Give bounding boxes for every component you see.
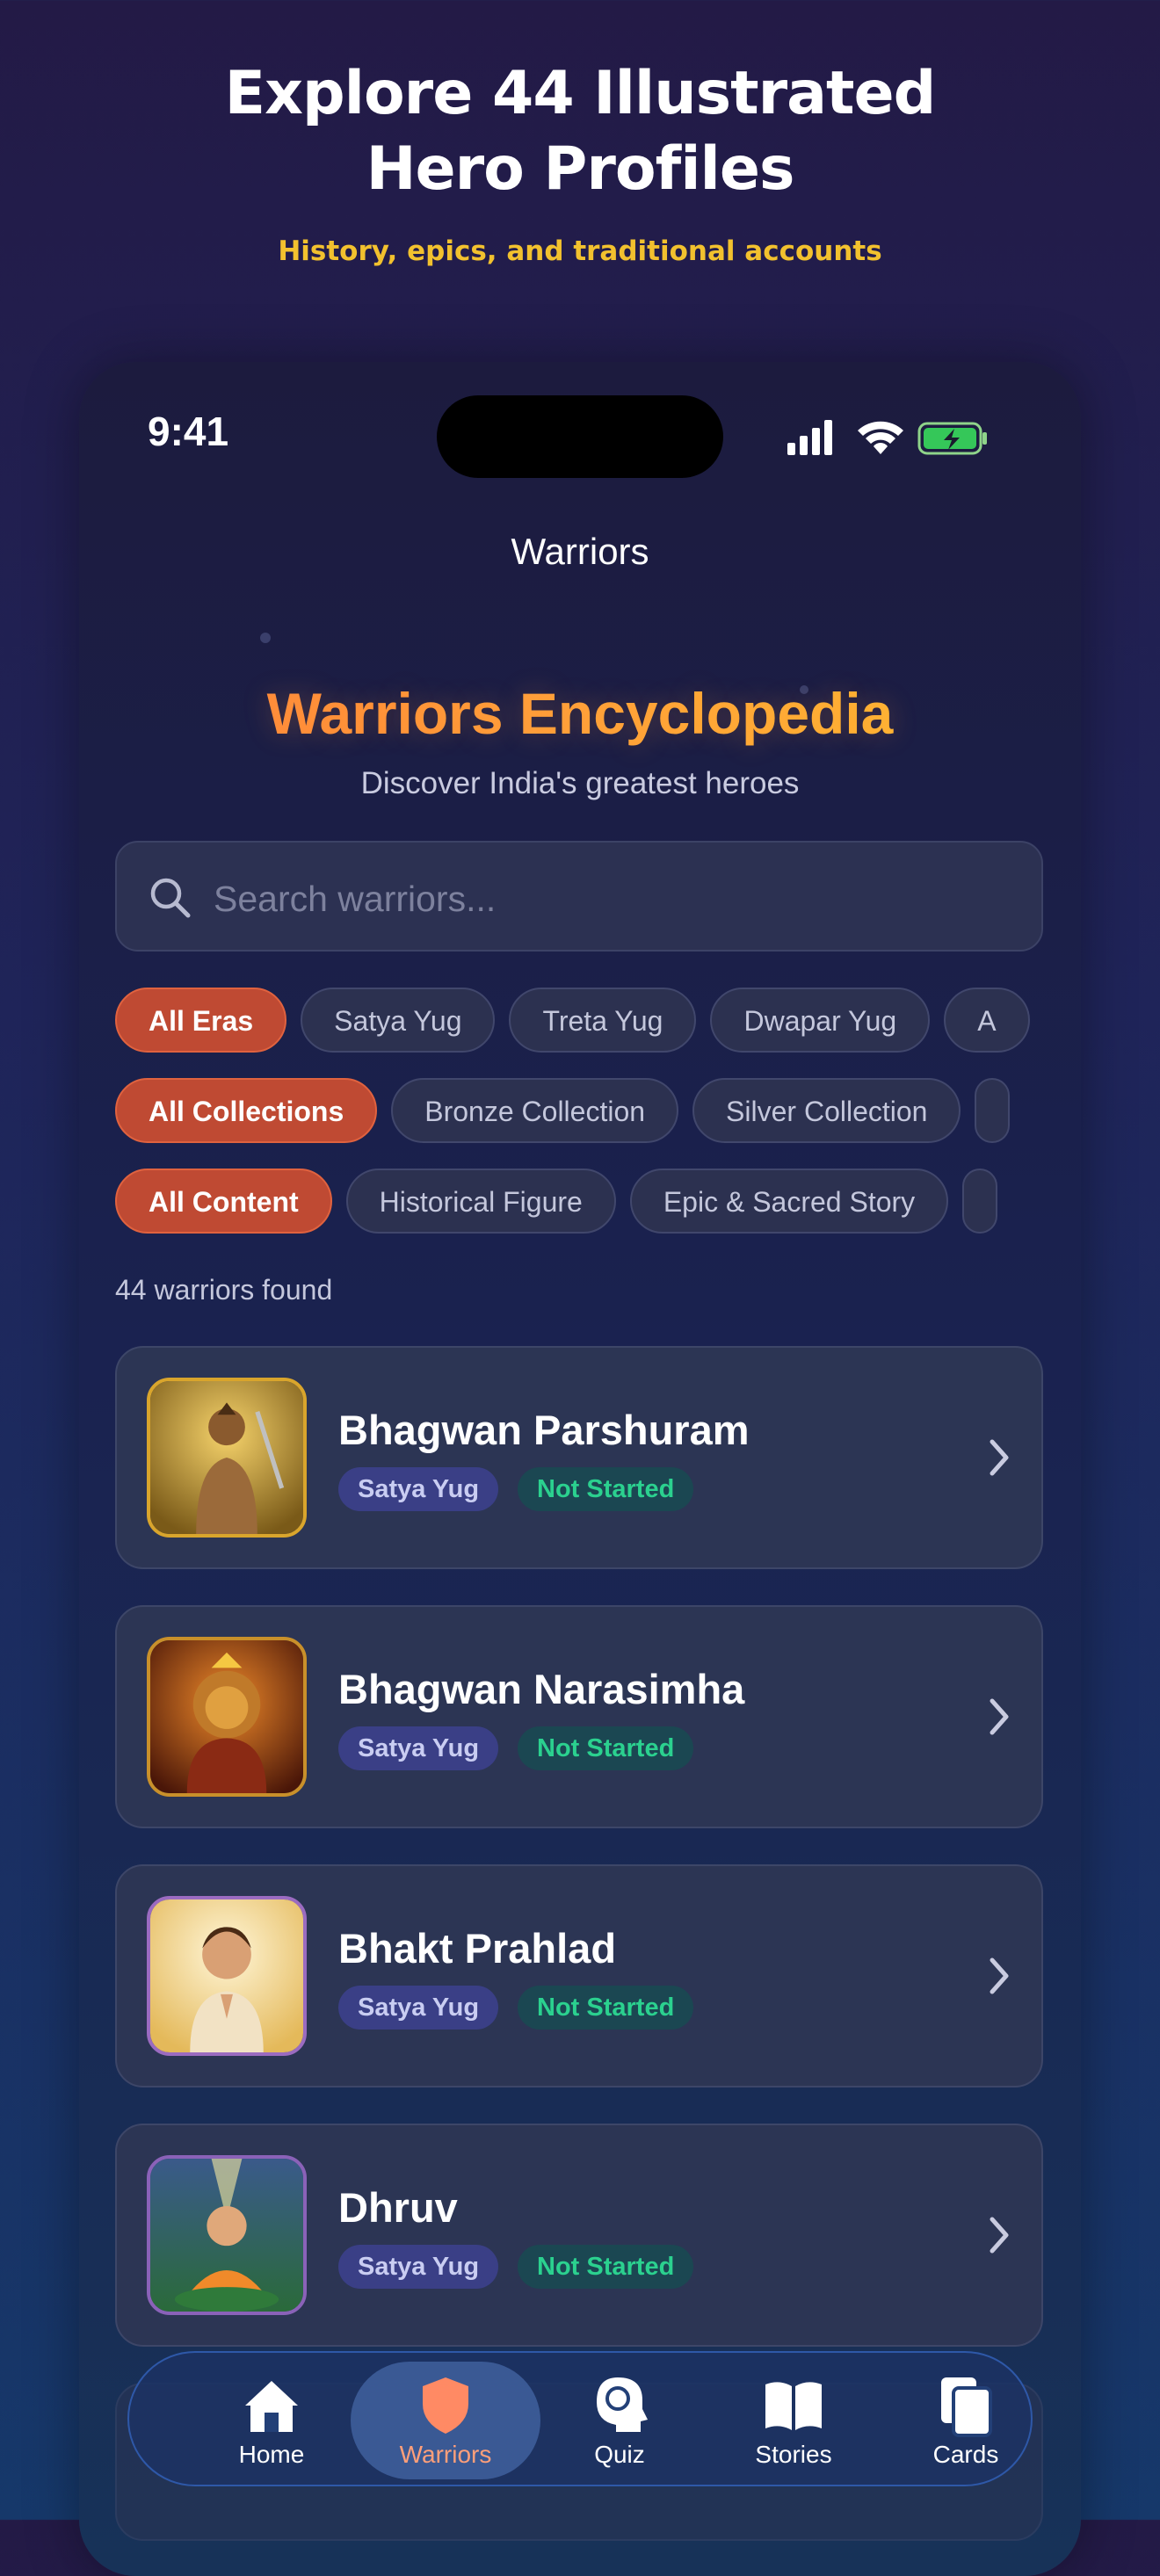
status-badge: Not Started	[518, 1986, 694, 2030]
page-title: Warriors Encyclopedia	[0, 680, 1160, 747]
chip-collection-partial[interactable]	[975, 1078, 1011, 1143]
era-badge: Satya Yug	[338, 2245, 499, 2289]
tab-warriors-label: Warriors	[399, 2441, 492, 2468]
cards-icon	[941, 2377, 992, 2437]
chip-all-content[interactable]: All Content	[115, 1169, 332, 1234]
era-badge: Satya Yug	[338, 1986, 499, 2030]
tab-quiz[interactable]: Quiz	[532, 2353, 707, 2485]
content-filter-row: All Content Historical Figure Epic & Sacre…	[115, 1169, 1045, 1239]
chip-era-partial[interactable]: A	[944, 988, 1030, 1053]
era-badge: Satya Yug	[338, 1467, 499, 1511]
tab-home-label: Home	[238, 2441, 305, 2468]
warrior-avatar	[147, 1637, 307, 1797]
chip-bronze-collection[interactable]: Bronze Collection	[391, 1078, 679, 1143]
collection-filter-row: All Collections Bronze Collection Silver C…	[115, 1078, 1045, 1148]
shield-icon	[423, 2377, 468, 2434]
chip-historical-figure[interactable]: Historical Figure	[345, 1169, 616, 1234]
status-badge: Not Started	[518, 2245, 694, 2289]
tab-home[interactable]: Home	[184, 2353, 359, 2485]
warrior-name: Bhagwan Narasimha	[338, 1666, 745, 1712]
chip-all-eras[interactable]: All Eras	[115, 988, 287, 1053]
warrior-avatar	[147, 1896, 307, 2056]
status-time: 9:41	[148, 409, 229, 454]
promo-subtitle: History, epics, and traditional accounts	[278, 235, 882, 267]
chip-satya-yug[interactable]: Satya Yug	[301, 988, 496, 1053]
status-badge: Not Started	[518, 1467, 694, 1511]
search-icon	[150, 878, 191, 918]
warrior-card[interactable]: Bhagwan Narasimha Satya Yug Not Started	[115, 1605, 1043, 1828]
warrior-name: Bhakt Prahlad	[338, 1925, 617, 1972]
chip-content-partial[interactable]	[962, 1169, 998, 1234]
warrior-card[interactable]: Bhagwan Parshuram Satya Yug Not Started	[115, 1346, 1043, 1569]
battery-icon	[917, 422, 987, 455]
search-bar[interactable]	[115, 841, 1043, 952]
warrior-avatar	[147, 1378, 307, 1538]
chevron-right-icon	[990, 1698, 1009, 1735]
era-filter-row: All Eras Satya Yug Treta Yug Dwapar Yug A	[115, 988, 1045, 1058]
chevron-right-icon	[990, 1957, 1009, 1994]
warrior-card[interactable]: Dhruv Satya Yug Not Started	[115, 2124, 1043, 2347]
tab-cards-label: Cards	[932, 2441, 999, 2468]
chevron-right-icon	[990, 1439, 1009, 1476]
warrior-name: Bhagwan Parshuram	[338, 1407, 750, 1453]
tab-cards[interactable]: Cards	[878, 2353, 1054, 2485]
chevron-right-icon	[990, 2217, 1009, 2254]
chip-all-collections[interactable]: All Collections	[115, 1078, 378, 1143]
chip-epic-sacred-story[interactable]: Epic & Sacred Story	[629, 1169, 949, 1234]
brain-head-icon	[597, 2377, 648, 2432]
search-input[interactable]	[212, 867, 1006, 930]
nav-title: Warriors	[511, 531, 649, 572]
status-badge: Not Started	[518, 1726, 694, 1770]
era-badge: Satya Yug	[338, 1726, 499, 1770]
tab-stories[interactable]: Stories	[706, 2353, 881, 2485]
warrior-avatar	[147, 2155, 307, 2315]
warrior-card[interactable]: Bhakt Prahlad Satya Yug Not Started	[115, 1864, 1043, 2088]
tab-bar: Home Warriors Quiz Stories Cards	[127, 2351, 1033, 2486]
tab-stories-label: Stories	[755, 2441, 832, 2468]
status-icons	[787, 416, 990, 459]
results-count: 44 warriors found	[115, 1274, 333, 1306]
tab-warriors[interactable]: Warriors	[351, 2353, 540, 2485]
signal-icon	[787, 420, 832, 455]
chip-silver-collection[interactable]: Silver Collection	[692, 1078, 961, 1143]
wifi-icon	[858, 421, 903, 454]
promo-title-line2: Hero Profiles	[366, 134, 795, 204]
chip-dwapar-yug[interactable]: Dwapar Yug	[710, 988, 931, 1053]
warrior-name: Dhruv	[338, 2184, 458, 2231]
dynamic-island	[437, 395, 723, 478]
tab-quiz-label: Quiz	[594, 2441, 645, 2468]
promo-title-line1: Explore 44 Illustrated	[224, 59, 937, 128]
promo-title: Explore 44 Illustrated Hero Profiles	[0, 56, 1160, 207]
chip-treta-yug[interactable]: Treta Yug	[509, 988, 697, 1053]
home-icon	[245, 2381, 298, 2432]
page-subtitle: Discover India's greatest heroes	[360, 766, 800, 800]
book-icon	[765, 2382, 822, 2430]
